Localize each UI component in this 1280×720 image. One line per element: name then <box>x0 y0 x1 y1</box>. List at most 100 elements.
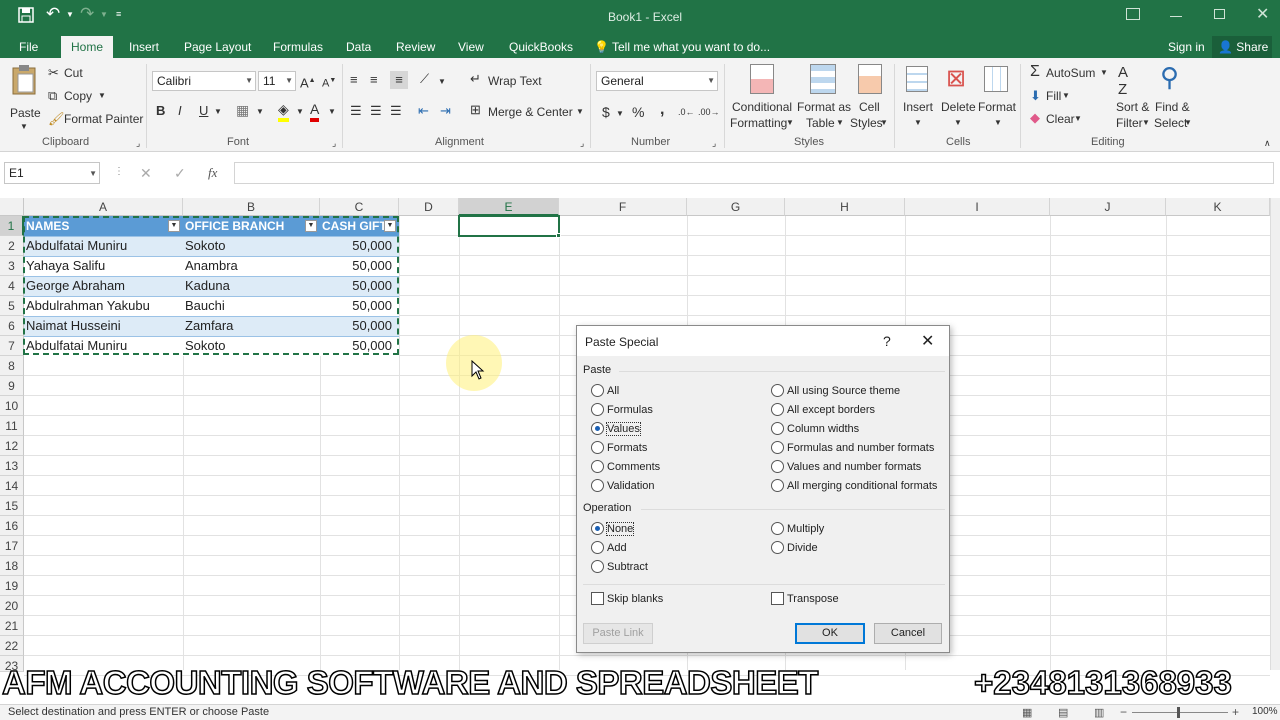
tab-formulas[interactable]: Formulas <box>273 36 323 58</box>
sort-filter-icon[interactable]: AZ <box>1118 64 1128 98</box>
delete-cells-button[interactable]: Delete <box>941 100 976 114</box>
paste-option-label[interactable]: Column widths <box>787 423 859 435</box>
row-header[interactable]: 6 <box>0 316 24 336</box>
tab-data[interactable]: Data <box>346 36 371 58</box>
row-header[interactable]: 19 <box>0 576 24 596</box>
format-table-dropdown-icon[interactable]: ▼ <box>836 118 844 127</box>
skip-blanks-checkbox[interactable] <box>591 592 604 605</box>
skip-blanks-label[interactable]: Skip blanks <box>607 593 663 605</box>
font-name-combo[interactable]: Calibri ▼ <box>152 71 256 91</box>
ok-button[interactable]: OK <box>795 623 865 644</box>
page-layout-view-icon[interactable]: ▤ <box>1058 706 1068 719</box>
tab-view[interactable]: View <box>458 36 484 58</box>
find-select-label-1[interactable]: Find & <box>1155 100 1190 114</box>
orientation-dropdown-icon[interactable]: ▼ <box>438 73 446 91</box>
format-table-label-1[interactable]: Format as <box>797 100 851 114</box>
paste-option-radio[interactable] <box>591 403 604 416</box>
align-left-icon[interactable]: ☰ <box>350 102 362 120</box>
paste-option-label[interactable]: Values and number formats <box>787 461 921 473</box>
operation-option-radio[interactable] <box>771 541 784 554</box>
currency-button[interactable]: $ <box>602 103 610 121</box>
paste-option-label[interactable]: All merging conditional formats <box>787 480 937 492</box>
cut-button[interactable]: Cut <box>64 66 83 80</box>
format-table-icon[interactable] <box>810 64 836 94</box>
close-window-icon[interactable]: ✕ <box>1256 4 1269 24</box>
minimize-icon[interactable] <box>1170 16 1182 17</box>
font-color-dropdown-icon[interactable]: ▼ <box>328 103 336 121</box>
alignment-launcher-icon[interactable]: ⌟ <box>580 138 584 149</box>
row-header[interactable]: 7 <box>0 336 24 356</box>
transpose-label[interactable]: Transpose <box>787 593 839 605</box>
paste-option-radio[interactable] <box>771 422 784 435</box>
conditional-formatting-label-1[interactable]: Conditional <box>732 100 792 114</box>
row-header[interactable]: 15 <box>0 496 24 516</box>
cell-styles-icon[interactable] <box>858 64 882 94</box>
undo-icon[interactable]: ↶ <box>46 4 60 24</box>
zoom-level[interactable]: 100% <box>1252 706 1278 717</box>
sort-filter-dropdown-icon[interactable]: ▼ <box>1142 118 1150 127</box>
fill-icon[interactable]: ⬇ <box>1030 88 1041 104</box>
tab-page-layout[interactable]: Page Layout <box>184 36 251 58</box>
operation-option-label[interactable]: Multiply <box>787 523 824 535</box>
operation-option-label[interactable]: Add <box>607 542 627 554</box>
cancel-entry-icon[interactable]: ✕ <box>140 165 152 182</box>
wrap-text-button[interactable]: Wrap Text <box>488 74 542 88</box>
page-break-view-icon[interactable]: ▥ <box>1094 706 1104 719</box>
row-header[interactable]: 4 <box>0 276 24 296</box>
number-launcher-icon[interactable]: ⌟ <box>712 138 716 149</box>
copy-dropdown-icon[interactable]: ▼ <box>98 91 106 100</box>
copy-button[interactable]: Copy <box>64 89 92 103</box>
row-header[interactable]: 22 <box>0 636 24 656</box>
underline-dropdown-icon[interactable]: ▼ <box>214 103 222 121</box>
formula-input[interactable] <box>234 162 1274 184</box>
copy-icon[interactable]: ⧉ <box>48 88 57 104</box>
fill-dropdown-icon[interactable]: ▼ <box>1062 91 1070 100</box>
paste-option-radio[interactable] <box>591 384 604 397</box>
center-icon[interactable]: ☰ <box>370 102 382 120</box>
decrease-indent-icon[interactable]: ⇤ <box>418 102 429 120</box>
format-cells-button[interactable]: Format <box>978 100 1016 114</box>
zoom-slider-thumb[interactable] <box>1177 707 1180 718</box>
clear-dropdown-icon[interactable]: ▼ <box>1074 114 1082 123</box>
row-header[interactable]: 14 <box>0 476 24 496</box>
paste-option-radio[interactable] <box>771 403 784 416</box>
fill-handle[interactable] <box>556 233 561 238</box>
paste-option-label[interactable]: All <box>607 385 619 397</box>
confirm-entry-icon[interactable]: ✓ <box>174 165 186 182</box>
zoom-out-icon[interactable]: − <box>1120 705 1127 719</box>
row-header[interactable]: 8 <box>0 356 24 376</box>
fill-color-dropdown-icon[interactable]: ▼ <box>296 103 304 121</box>
column-header-d[interactable]: D <box>399 198 459 216</box>
tab-quickbooks[interactable]: QuickBooks <box>509 36 573 58</box>
paste-option-label[interactable]: All except borders <box>787 404 875 416</box>
active-cell[interactable] <box>458 215 560 237</box>
top-align-icon[interactable]: ≡ <box>350 71 358 89</box>
operation-option-radio[interactable] <box>771 522 784 535</box>
italic-button[interactable]: I <box>178 102 182 120</box>
format-cells-icon[interactable] <box>984 66 1008 92</box>
operation-option-label[interactable]: Subtract <box>607 561 648 573</box>
increase-decimal-icon[interactable]: .0← <box>678 103 695 121</box>
number-format-combo[interactable]: General ▼ <box>596 71 718 91</box>
column-header-g[interactable]: G <box>687 198 785 216</box>
vertical-scrollbar[interactable] <box>1270 198 1280 670</box>
row-header[interactable]: 9 <box>0 376 24 396</box>
tab-home[interactable]: Home <box>61 36 114 58</box>
paste-option-label[interactable]: Values <box>606 422 641 436</box>
tab-review[interactable]: Review <box>396 36 435 58</box>
conditional-formatting-dropdown-icon[interactable]: ▼ <box>786 118 794 127</box>
operation-option-radio[interactable] <box>591 522 604 535</box>
cancel-button[interactable]: Cancel <box>874 623 942 644</box>
align-right-icon[interactable]: ☰ <box>390 102 402 120</box>
sort-filter-label-2[interactable]: Filter <box>1116 116 1143 130</box>
sort-filter-label-1[interactable]: Sort & <box>1116 100 1149 114</box>
currency-dropdown-icon[interactable]: ▼ <box>616 105 624 123</box>
sign-in-link[interactable]: Sign in <box>1168 36 1205 58</box>
find-select-dropdown-icon[interactable]: ▼ <box>1184 118 1192 127</box>
redo-dropdown-icon[interactable]: ▼ <box>100 10 108 19</box>
save-icon[interactable] <box>18 7 34 23</box>
insert-dropdown-icon[interactable]: ▼ <box>914 118 922 127</box>
format-dropdown-icon[interactable]: ▼ <box>994 118 1002 127</box>
redo-icon[interactable]: ↷ <box>80 4 94 24</box>
paste-option-label[interactable]: All using Source theme <box>787 385 900 397</box>
